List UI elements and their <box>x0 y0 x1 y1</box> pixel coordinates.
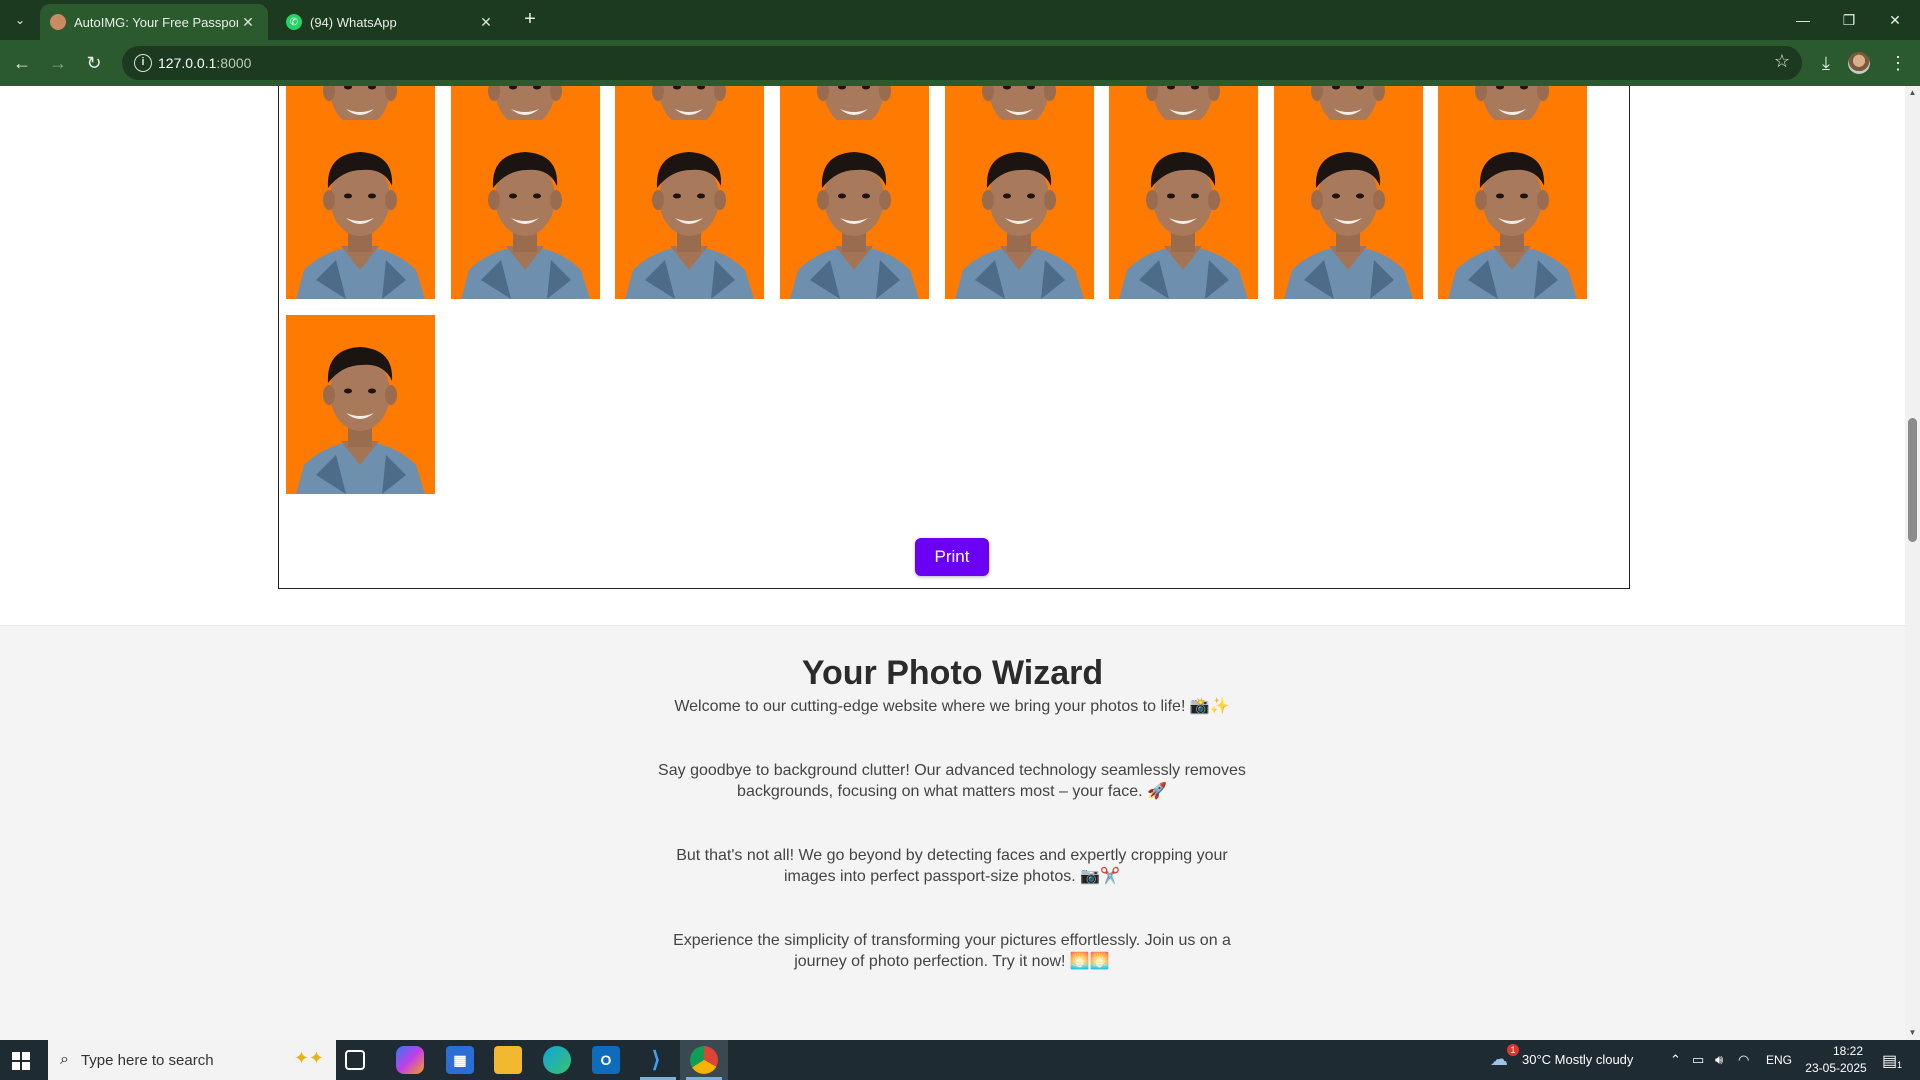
reload-icon[interactable]: ↻ <box>80 49 108 77</box>
taskbar-search[interactable]: ⌕ Type here to search ✦✦ <box>48 1040 336 1080</box>
notification-icon[interactable]: ▤ <box>1882 1051 1897 1071</box>
new-tab-icon[interactable]: + <box>518 8 542 32</box>
minimize-icon[interactable]: — <box>1780 0 1826 40</box>
scrollbar-thumb[interactable] <box>1908 418 1917 542</box>
close-icon[interactable]: ✕ <box>1872 0 1918 40</box>
chrome-icon[interactable] <box>690 1046 718 1074</box>
autoimg-favicon-icon <box>50 14 66 30</box>
scroll-down-icon[interactable]: ▼ <box>1908 1028 1917 1037</box>
address-url[interactable]: 127.0.0.1:8000 <box>158 55 251 71</box>
passport-photo <box>1438 120 1587 299</box>
copilot-icon[interactable] <box>396 1046 424 1074</box>
store-icon[interactable]: ▦ <box>446 1046 474 1074</box>
menu-icon[interactable]: ⋮ <box>1884 49 1912 77</box>
background-removal-paragraph: Say goodbye to background clutter! Our a… <box>658 762 1246 800</box>
search-highlight-icon: ✦✦ <box>293 1048 324 1068</box>
passport-photo <box>451 120 600 299</box>
weather-cloud-icon[interactable]: ☁ <box>1490 1049 1508 1070</box>
edge-icon[interactable] <box>543 1046 571 1074</box>
meet-icon[interactable]: ▭ <box>1692 1052 1704 1068</box>
show-hidden-icons-icon[interactable]: ⌃ <box>1670 1052 1681 1068</box>
volume-icon[interactable]: 🔊︎ <box>1715 1052 1723 1068</box>
forward-icon[interactable]: → <box>44 49 72 77</box>
weather-text[interactable]: 30°C Mostly cloudy <box>1522 1052 1633 1067</box>
tab-title: AutoIMG: Your Free Passport to <box>74 14 238 30</box>
passport-photo <box>780 120 929 299</box>
wifi-icon[interactable]: ◠ <box>1738 1052 1749 1068</box>
whatsapp-favicon-icon: ✆ <box>286 14 302 30</box>
face-crop-paragraph: But that's not all! We go beyond by dete… <box>676 847 1228 885</box>
address-bar[interactable]: i 127.0.0.1:8000 ☆ <box>122 46 1802 80</box>
tab-close-icon[interactable]: ✕ <box>238 12 258 32</box>
page-viewport: Print Your Photo Wizard Welcome to our c… <box>0 86 1905 1040</box>
search-icon: ⌕ <box>60 1051 69 1068</box>
language-indicator[interactable]: ENG <box>1766 1053 1792 1067</box>
restore-icon[interactable]: ❐ <box>1826 0 1872 40</box>
weather-badge: 1 <box>1507 1044 1519 1056</box>
passport-photo <box>615 120 764 299</box>
download-icon[interactable]: ⤓ <box>1812 49 1840 77</box>
outlook-icon[interactable]: O <box>592 1046 620 1074</box>
tab-list-icon[interactable]: ⌄ <box>8 8 32 32</box>
windows-taskbar: ⌕ Type here to search ✦✦ ▦ O ⟩ ☁ 1 30°C … <box>0 1040 1920 1080</box>
tab-close-icon[interactable]: ✕ <box>476 12 496 32</box>
intro-paragraph: Welcome to our cutting-edge website wher… <box>674 698 1230 715</box>
browser-toolbar: ← → ↻ i 127.0.0.1:8000 ☆ ⤓ ⋮ <box>0 40 1920 86</box>
passport-photo <box>1109 120 1258 299</box>
search-placeholder: Type here to search <box>80 1051 214 1069</box>
scroll-up-icon[interactable]: ▲ <box>1908 88 1917 97</box>
tab-autoimg[interactable]: AutoIMG: Your Free Passport to ✕ <box>40 4 268 40</box>
site-info-icon[interactable]: i <box>134 54 152 72</box>
page-scrollbar[interactable]: ▲ ▼ <box>1905 86 1920 1040</box>
clock-time[interactable]: 18:22 <box>1818 1044 1878 1058</box>
section-title: Your Photo Wizard <box>801 654 1104 692</box>
windows-start-icon[interactable] <box>12 1052 30 1070</box>
passport-photo <box>1274 120 1423 299</box>
passport-photo <box>286 120 435 299</box>
notification-count: 1 <box>1897 1060 1903 1070</box>
back-icon[interactable]: ← <box>8 49 36 77</box>
tab-title: (94) WhatsApp <box>310 14 397 30</box>
call-to-action-paragraph: Experience the simplicity of transformin… <box>673 932 1231 970</box>
vscode-icon[interactable]: ⟩ <box>642 1046 670 1074</box>
passport-photo <box>286 315 435 494</box>
tab-whatsapp[interactable]: ✆ (94) WhatsApp ✕ <box>276 4 506 40</box>
profile-avatar[interactable] <box>1848 52 1870 74</box>
task-view-icon[interactable] <box>345 1050 365 1070</box>
clock-date[interactable]: 23-05-2025 <box>1801 1061 1871 1075</box>
file-explorer-icon[interactable] <box>494 1046 522 1074</box>
photo-wizard-section: Your Photo Wizard Welcome to our cutting… <box>0 625 1905 1040</box>
print-button[interactable]: Print <box>915 538 989 576</box>
bookmark-star-icon[interactable]: ☆ <box>1774 51 1790 72</box>
browser-tab-strip: ⌄ AutoIMG: Your Free Passport to ✕ ✆ (94… <box>0 0 1920 40</box>
passport-photo <box>945 120 1094 299</box>
